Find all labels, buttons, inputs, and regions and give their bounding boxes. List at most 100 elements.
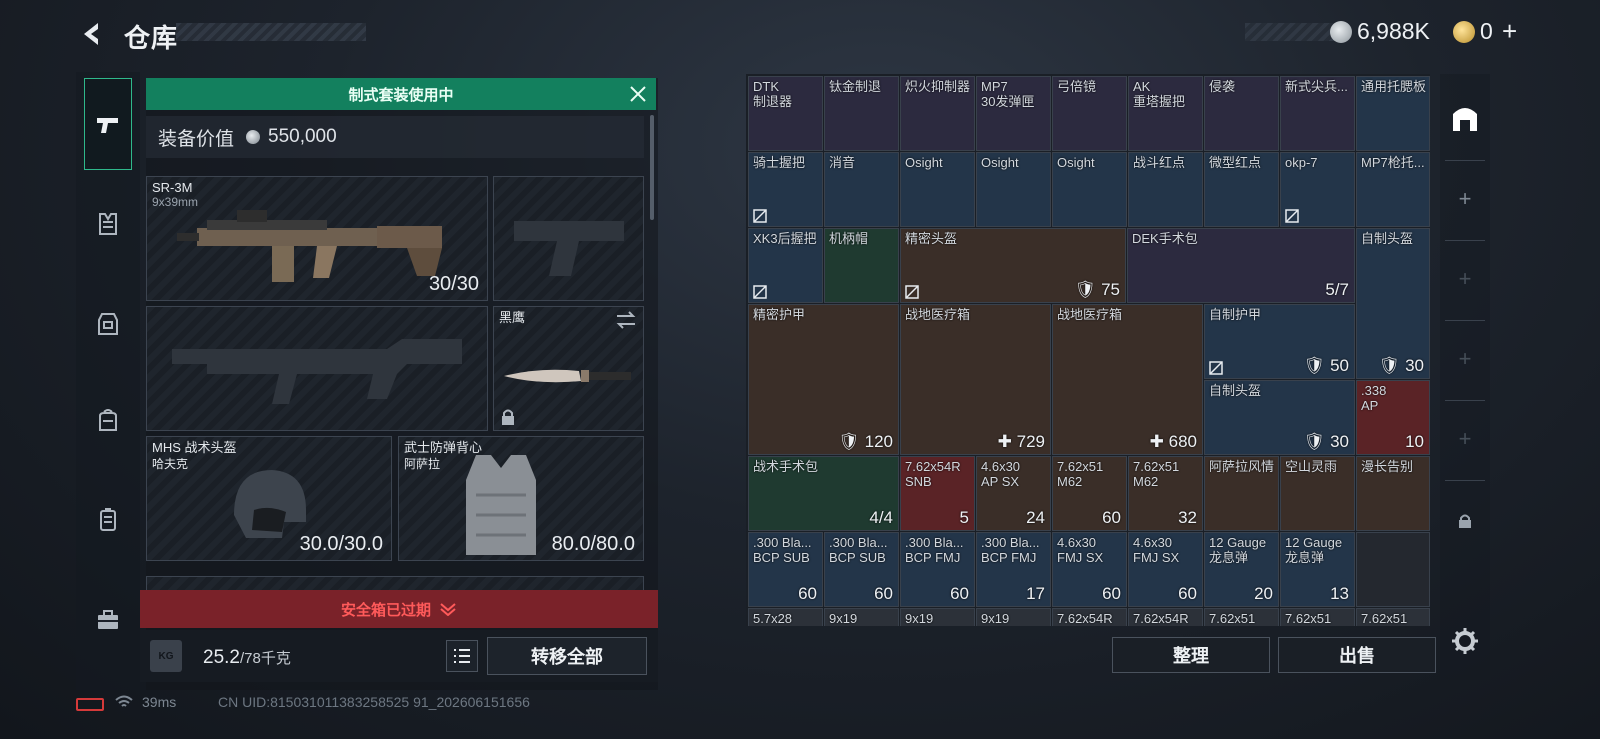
inventory-item[interactable]: 消音 — [824, 152, 899, 227]
item-name: .300 Bla... BCP SUB — [753, 535, 812, 565]
inventory-item[interactable]: 自制护甲 🛡 50 — [1204, 304, 1355, 379]
no-trade-icon — [1209, 361, 1223, 375]
inventory-item[interactable]: 5.7x28 — [748, 608, 823, 626]
inventory-item[interactable]: Osight — [1052, 152, 1127, 227]
warehouse-icon — [1453, 108, 1477, 131]
inventory-item[interactable]: 炽火抑制器 — [900, 76, 975, 151]
melee-slot[interactable]: 黑鹰 — [493, 306, 644, 431]
safe-box-expired-bar[interactable]: 安全箱已过期 — [140, 590, 658, 628]
locked-container-slot[interactable] — [1450, 506, 1480, 536]
inventory-item[interactable]: 7.62x51 — [1356, 608, 1430, 626]
inventory-item[interactable]: 7.62x54R — [1052, 608, 1127, 626]
inventory-item[interactable]: .300 Bla... BCP FMJ 60 — [900, 532, 975, 607]
sell-button[interactable]: 出售 — [1278, 637, 1436, 673]
inventory-item[interactable]: DTK 制退器 — [748, 76, 823, 151]
add-container-button[interactable]: + — [1450, 264, 1480, 294]
container-tab-warehouse[interactable] — [1450, 104, 1480, 134]
inventory-item[interactable]: 战术手术包 4/4 — [748, 456, 899, 531]
close-icon[interactable] — [628, 84, 648, 104]
equipment-value-label: 装备价值 — [158, 128, 235, 150]
nav-toolbox[interactable] — [84, 596, 132, 644]
inventory-item[interactable]: 精密护甲 🛡 120 — [748, 304, 899, 455]
inventory-item[interactable]: 漫长告别 — [1356, 456, 1430, 531]
inventory-item[interactable]: 钛金制退 — [824, 76, 899, 151]
nav-backpack[interactable] — [84, 396, 132, 444]
add-container-button[interactable]: + — [1450, 424, 1480, 454]
item-name: XK3后握把 — [753, 231, 817, 246]
inventory-item[interactable]: 精密头盔 🛡 75 — [900, 228, 1126, 303]
inventory-item[interactable]: 4.6x30 FMJ SX 60 — [1052, 532, 1127, 607]
inventory-item[interactable]: 侵袭 — [1204, 76, 1279, 151]
primary-weapon-slot[interactable]: SR-3M 9x39mm 30/30 — [146, 176, 488, 301]
inventory-item[interactable]: AK 重塔握把 — [1128, 76, 1203, 151]
inventory-item[interactable]: MP7枪托... — [1356, 152, 1430, 227]
inventory-item[interactable]: .300 Bla... BCP SUB 60 — [824, 532, 899, 607]
nav-chest-rig[interactable] — [84, 200, 132, 248]
nav-armor[interactable] — [84, 300, 132, 348]
organize-button[interactable]: 整理 — [1112, 637, 1270, 673]
equipment-scrollbar[interactable] — [650, 115, 654, 220]
heal-number: 729 — [1016, 432, 1045, 451]
item-count: 60 — [1102, 584, 1121, 603]
inventory-item[interactable]: 骑士握把 — [748, 152, 823, 227]
gear-icon[interactable] — [1450, 626, 1480, 656]
secondary-rifle-slot[interactable] — [146, 306, 488, 431]
nav-case[interactable] — [84, 496, 132, 544]
list-view-button[interactable] — [446, 640, 478, 672]
inventory-item[interactable]: 7.62x54R SNB 5 — [900, 456, 975, 531]
next-slot-partial[interactable] — [146, 576, 644, 590]
nav-weapons[interactable] — [84, 78, 132, 170]
add-currency-button[interactable]: + — [1502, 16, 1517, 47]
inventory-item[interactable]: 弓倍镜 — [1052, 76, 1127, 151]
inventory-item[interactable]: 12 Gauge 龙息弹 20 — [1204, 532, 1279, 607]
item-name: 战术手术包 — [753, 459, 819, 474]
inventory-item[interactable]: 自制头盔 🛡 30 — [1356, 228, 1430, 379]
item-name: Osight — [981, 155, 1019, 170]
inventory-item[interactable]: 9x19 — [976, 608, 1051, 626]
inventory-item-empty[interactable] — [1356, 532, 1430, 607]
inventory-item[interactable]: 战地医疗箱 ✚ 680 — [1052, 304, 1203, 455]
inventory-item[interactable]: 7.62x51 — [1204, 608, 1279, 626]
item-name: 钛金制退 — [829, 79, 882, 94]
inventory-item[interactable]: 自制头盔 🛡 30 — [1204, 380, 1355, 455]
inventory-item[interactable]: 7.62x54R — [1128, 608, 1203, 626]
inventory-item[interactable]: .338 AP 10 — [1356, 380, 1430, 455]
armor-slot[interactable]: 武士防弹背心 阿萨拉 80.0/80.0 — [398, 436, 644, 561]
inventory-item[interactable]: .300 Bla... BCP FMJ 17 — [976, 532, 1051, 607]
inventory-item[interactable]: 7.62x51 M62 32 — [1128, 456, 1203, 531]
add-container-button[interactable]: + — [1450, 184, 1480, 214]
inventory-item[interactable]: 战斗红点 — [1128, 152, 1203, 227]
inventory-item[interactable]: XK3后握把 — [748, 228, 823, 303]
inventory-item[interactable]: MP7 30发弹匣 — [976, 76, 1051, 151]
inventory-item[interactable]: 12 Gauge 龙息弹 13 — [1280, 532, 1355, 607]
inventory-item[interactable]: 通用托腮板 — [1356, 76, 1430, 151]
inventory-item[interactable]: 9x19 — [900, 608, 975, 626]
transfer-all-button[interactable]: 转移全部 — [487, 637, 647, 675]
inventory-item[interactable]: 空山灵雨 — [1280, 456, 1355, 531]
item-name: 消音 — [829, 155, 856, 170]
inventory-item[interactable]: okp-7 — [1280, 152, 1355, 227]
inventory-item[interactable]: Osight — [900, 152, 975, 227]
swap-icon[interactable] — [615, 311, 637, 329]
secondary-weapon-slot[interactable] — [493, 176, 644, 301]
add-container-button[interactable]: + — [1450, 344, 1480, 374]
inventory-item[interactable]: 阿萨拉风情 — [1204, 456, 1279, 531]
inventory-item[interactable]: 9x19 — [824, 608, 899, 626]
inventory-item[interactable]: 机柄帽 — [824, 228, 899, 303]
primary-weapon-ammo: 30/30 — [428, 273, 479, 295]
helmet-slot[interactable]: MHS 战术头盔 哈夫克 30.0/30.0 — [146, 436, 392, 561]
inventory-item[interactable]: .300 Bla... BCP SUB 60 — [748, 532, 823, 607]
inventory-item[interactable]: 4.6x30 AP SX 24 — [976, 456, 1051, 531]
inventory-item[interactable]: 7.62x51 — [1280, 608, 1355, 626]
inventory-item[interactable]: 战地医疗箱 ✚ 729 — [900, 304, 1051, 455]
inventory-item[interactable]: 微型红点 — [1204, 152, 1279, 227]
item-name: okp-7 — [1285, 155, 1318, 170]
armor-vest-icon — [98, 313, 118, 335]
back-arrow-icon[interactable] — [78, 20, 106, 48]
item-count: 13 — [1330, 584, 1349, 603]
inventory-item[interactable]: Osight — [976, 152, 1051, 227]
inventory-item[interactable]: DEK手术包 5/7 — [1127, 228, 1355, 303]
inventory-item[interactable]: 7.62x51 M62 60 — [1052, 456, 1127, 531]
inventory-item[interactable]: 4.6x30 FMJ SX 60 — [1128, 532, 1203, 607]
inventory-item[interactable]: 新式尖兵... — [1280, 76, 1355, 151]
